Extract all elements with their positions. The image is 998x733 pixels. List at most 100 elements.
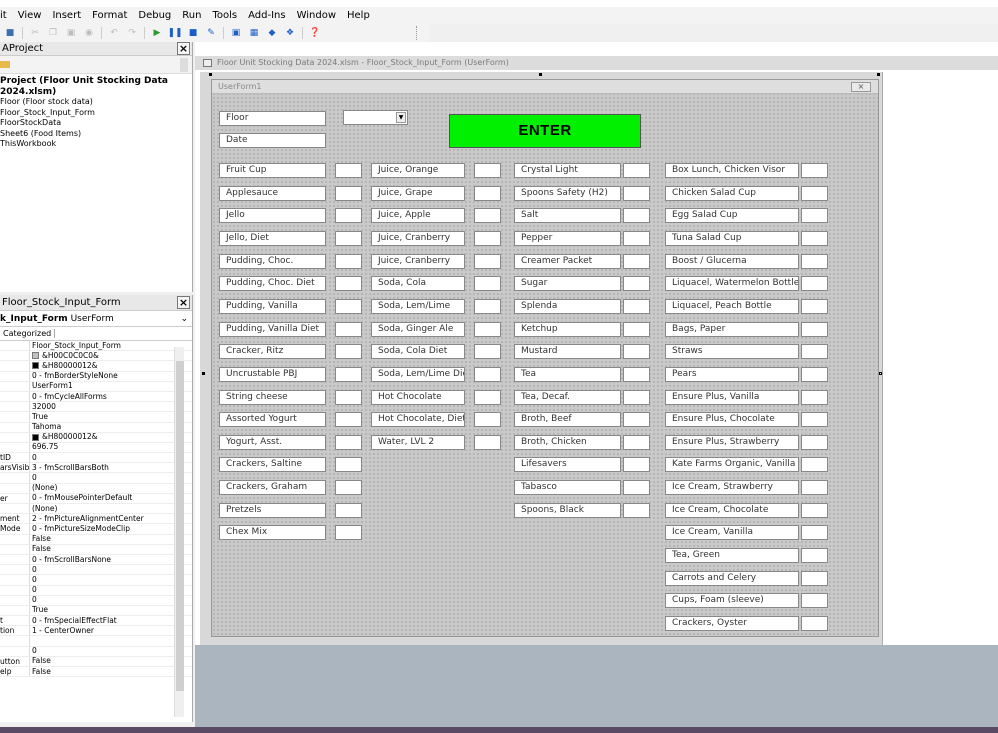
tab-categorized[interactable]: Categorized [0,329,56,338]
quantity-input[interactable] [801,344,828,359]
copy-icon[interactable]: ❐ [47,27,59,39]
quantity-input[interactable] [474,412,501,427]
property-row[interactable]: t0 - fmSpecialEffectFlat [0,616,192,627]
tree-root[interactable]: Project (Floor Unit Stocking Data 2024.x… [0,76,192,97]
property-value[interactable]: False [30,656,192,666]
property-value[interactable]: 0 - fmSpecialEffectFlat [30,616,192,625]
property-value[interactable]: 0 - fmPictureSizeModeClip [30,524,192,533]
menu-item[interactable]: Format [92,10,127,21]
quantity-input[interactable] [474,299,501,314]
property-value[interactable]: False [30,667,192,676]
quantity-input[interactable] [801,571,828,586]
property-row[interactable]: Tahoma [0,422,192,433]
toolbox-icon[interactable]: ❖ [284,27,296,39]
quantity-input[interactable] [335,276,362,291]
quantity-input[interactable] [623,367,650,382]
property-row[interactable]: tion 1 - CenterOwner [0,626,192,637]
quantity-input[interactable] [623,186,650,201]
property-row[interactable]: 0 - fmScrollBarsNone [0,555,192,566]
property-value[interactable]: &H00C0C0C0& [30,351,192,360]
close-icon[interactable]: × [177,42,190,55]
quantity-input[interactable] [623,322,650,337]
property-row[interactable]: 0 [0,565,192,576]
tree-item[interactable]: Floor_Stock_Input_Form [0,108,192,119]
resize-handle[interactable] [202,372,205,375]
folder-icon[interactable] [0,61,10,68]
property-row[interactable]: er 0 - fmMousePointerDefault [0,493,192,504]
property-value[interactable]: False [30,534,192,544]
quantity-input[interactable] [474,186,501,201]
resize-handle[interactable] [879,372,882,375]
property-row[interactable]: Floor_Stock_Input_Form [0,341,192,352]
quantity-input[interactable] [335,367,362,382]
quantity-input[interactable] [623,299,650,314]
help-icon[interactable]: ❓ [309,27,321,39]
property-row[interactable]: ment 2 - fmPictureAlignmentCenter [0,514,192,525]
floor-combobox[interactable]: ▼ [343,110,408,125]
quantity-input[interactable] [801,525,828,540]
quantity-input[interactable] [801,503,828,518]
property-row[interactable]: 32000 [0,402,192,413]
property-row[interactable]: UserForm1 [0,381,192,392]
property-row[interactable]: &H80000012& [0,432,192,443]
userform[interactable]: UserForm1 × Floor Date ▼ ENTER Fruit Cup… [211,79,879,637]
cut-icon[interactable]: ✂ [29,27,41,39]
property-value[interactable]: True [30,605,192,615]
menu-item[interactable]: it [0,10,7,21]
property-value[interactable]: 0 - fmScrollBarsNone [30,555,192,564]
scroll-thumb[interactable] [176,361,184,691]
property-row[interactable]: 0 [0,646,192,657]
quantity-input[interactable] [801,299,828,314]
resize-handle[interactable] [209,73,212,76]
property-value[interactable]: 0 - fmBorderStyleNone [30,371,192,381]
chevron-down-icon[interactable]: ⌄ [180,314,188,324]
quantity-input[interactable] [474,208,501,223]
object-selector[interactable]: k_Input_Form UserForm ⌄ [0,311,192,327]
quantity-input[interactable] [335,525,362,540]
property-value[interactable]: Tahoma [30,422,192,432]
tree-item[interactable]: FloorStockData [0,118,192,129]
undo-icon[interactable]: ↶ [108,27,120,39]
quantity-input[interactable] [474,344,501,359]
quantity-input[interactable] [801,231,828,246]
save-icon[interactable]: ■ [4,27,16,39]
property-row[interactable]: &H80000012& [0,361,192,372]
property-row[interactable]: 0 - fmCycleAllForms [0,392,192,403]
quantity-input[interactable] [335,322,362,337]
property-value[interactable]: 2 - fmPictureAlignmentCenter [30,514,192,523]
quantity-input[interactable] [623,412,650,427]
property-row[interactable]: True [0,605,192,617]
property-row[interactable]: False [0,534,192,545]
menu-item[interactable]: Window [297,10,336,21]
enter-button[interactable]: ENTER [449,114,641,148]
quantity-input[interactable] [474,367,501,382]
property-value[interactable]: 32000 [30,402,192,411]
property-value[interactable]: 0 [30,473,192,482]
quantity-input[interactable] [623,344,650,359]
quantity-input[interactable] [335,344,362,359]
quantity-input[interactable] [801,186,828,201]
quantity-input[interactable] [335,163,362,178]
quantity-input[interactable] [623,480,650,495]
property-value[interactable]: 0 [30,585,192,595]
menu-item[interactable]: Run [182,10,201,21]
property-value[interactable]: (None) [30,483,192,493]
property-value[interactable]: 0 [30,575,192,584]
quantity-input[interactable] [801,390,828,405]
quantity-input[interactable] [335,254,362,269]
break-icon[interactable]: ❚❚ [167,27,182,39]
menu-item[interactable]: Debug [138,10,171,21]
quantity-input[interactable] [335,480,362,495]
tree-item[interactable]: Sheet6 (Food Items) [0,129,192,140]
quantity-input[interactable] [801,254,828,269]
quantity-input[interactable] [623,208,650,223]
quantity-input[interactable] [801,367,828,382]
quantity-input[interactable] [801,593,828,608]
property-value[interactable]: &H80000012& [30,361,192,370]
property-row[interactable]: utton False [0,656,192,667]
property-value[interactable]: 3 - fmScrollBarsBoth [30,463,192,472]
quantity-input[interactable] [801,276,828,291]
quantity-input[interactable] [335,412,362,427]
close-icon[interactable]: × [177,296,190,309]
properties-icon[interactable]: ▦ [248,27,260,39]
